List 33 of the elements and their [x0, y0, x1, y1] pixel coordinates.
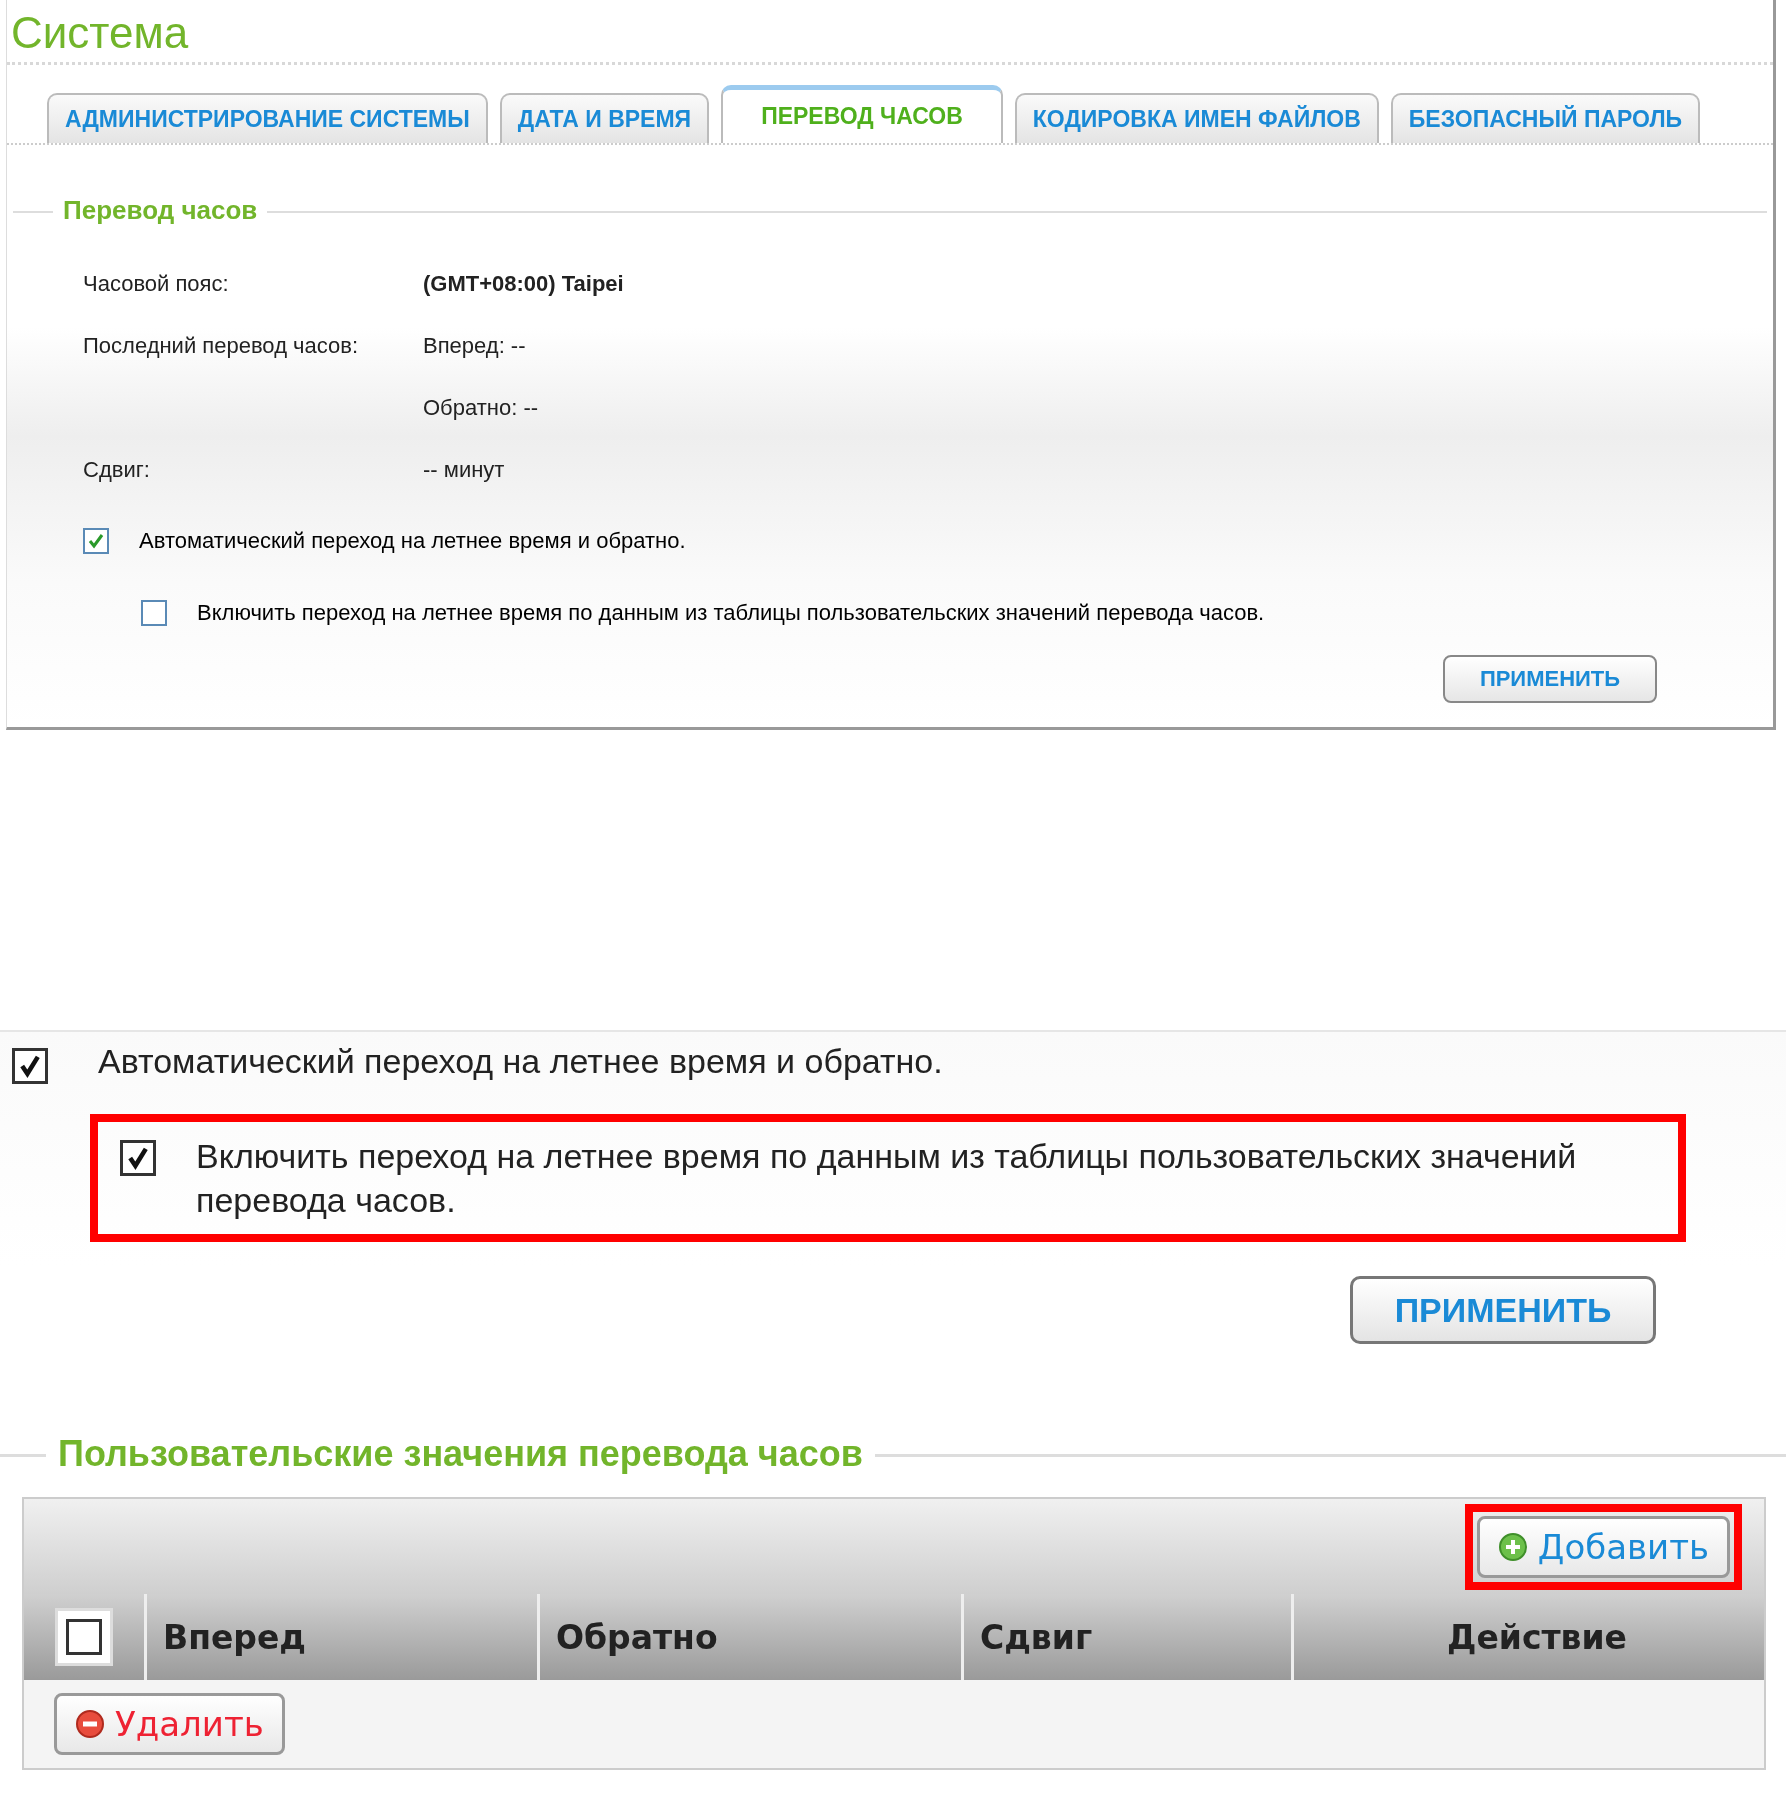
field-label: Последний перевод часов: [83, 333, 359, 358]
tab[interactable]: БЕЗОПАСНЫЙ ПАРОЛЬ [1390, 93, 1701, 143]
delete-button[interactable]: Удалить [54, 1693, 285, 1756]
page-title: Система [10, 7, 190, 58]
minus-icon [75, 1709, 105, 1740]
field-value: Вперед: -- [423, 333, 526, 359]
tab[interactable]: КОДИРОВКА ИМЕН ФАЙЛОВ [1014, 93, 1379, 143]
checkbox-label: Автоматический переход на летнее время и обратно. [98, 1042, 943, 1081]
tab[interactable]: ДАТА И ВРЕМЯ [499, 93, 710, 143]
plus-icon [1497, 1531, 1528, 1562]
checkbox-label: Автоматический переход на летнее время и обратно. [139, 528, 686, 554]
field-value: (GMT+08:00) Taipei [423, 271, 624, 297]
checkmark-icon [86, 531, 106, 551]
column-header: Действие [1447, 1617, 1627, 1657]
checkbox-label: Включить переход на летнее время по данным из таблицы пользовательских значений перевода часов. [196, 1136, 1578, 1222]
checkbox[interactable] [141, 600, 167, 626]
checkbox-label: Включить переход на летнее время по данным из таблицы пользовательских значений перевода часов. [197, 600, 1265, 626]
select-all-checkbox[interactable] [55, 1608, 113, 1667]
column-header: Вперед [163, 1617, 306, 1657]
checkbox[interactable] [120, 1140, 156, 1176]
checkbox[interactable] [83, 528, 109, 554]
field-label: Часовой пояс: [83, 271, 229, 296]
field-label: Сдвиг: [83, 457, 150, 482]
column-header: Обратно [556, 1617, 718, 1657]
field-value: Обратно: -- [423, 395, 539, 421]
tab[interactable]: ПЕРЕВОД ЧАСОВ [721, 85, 1003, 143]
checkbox[interactable] [12, 1048, 48, 1084]
tab[interactable]: АДМИНИСТРИРОВАНИЕ СИСТЕМЫ [47, 93, 488, 143]
add-button[interactable]: Добавить [1476, 1515, 1730, 1578]
apply-button[interactable]: ПРИМЕНИТЬ [1443, 655, 1657, 703]
field-value: -- минут [423, 457, 505, 483]
apply-button[interactable]: ПРИМЕНИТЬ [1350, 1276, 1656, 1345]
column-header: Сдвиг [980, 1617, 1093, 1657]
